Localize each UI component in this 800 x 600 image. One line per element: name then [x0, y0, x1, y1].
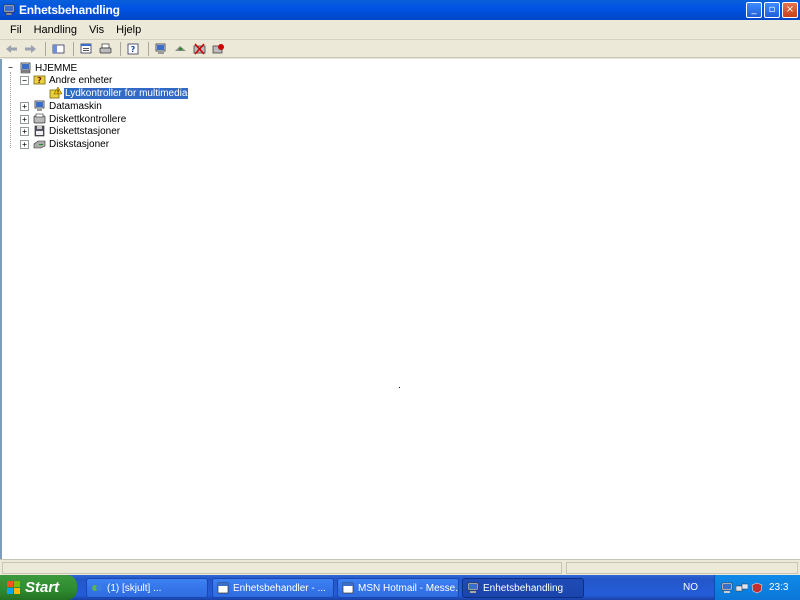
- status-bar: [0, 559, 800, 575]
- floppy-drive-icon: [33, 125, 46, 137]
- tree-node-computer[interactable]: + Datamaskin: [20, 100, 103, 112]
- tree-node-floppy-drives[interactable]: + Diskettstasjoner: [20, 125, 121, 137]
- taskbar-button[interactable]: Enhetsbehandler - ...: [212, 578, 334, 598]
- taskbar-button-label: (1) [skjult] ...: [107, 582, 162, 594]
- svg-text:?: ?: [130, 45, 135, 54]
- mouse-pointer-dot: [399, 387, 400, 388]
- browser-icon: [342, 582, 354, 594]
- tree-node-label: Diskettstasjoner: [49, 125, 121, 137]
- scan-hardware-icon[interactable]: [153, 42, 169, 56]
- windows-logo-icon: [7, 580, 21, 595]
- taskbar-button[interactable]: (1) [skjult] ...: [86, 578, 208, 598]
- start-label: Start: [25, 579, 60, 596]
- menu-file[interactable]: Fil: [4, 24, 28, 36]
- collapse-toggle[interactable]: −: [6, 63, 15, 73]
- tree-node-floppy-controllers[interactable]: + Diskettkontrollere: [20, 113, 127, 125]
- computer-icon: [19, 62, 32, 74]
- taskbar: Start (1) [skjult] ... Enhetsbehandler -…: [0, 575, 800, 600]
- status-cell: [566, 562, 798, 574]
- expand-toggle[interactable]: +: [20, 126, 29, 136]
- toolbar-separator: [45, 41, 46, 56]
- tree-node-multimedia-audio[interactable]: ! Lydkontroller for multimedia: [49, 87, 189, 99]
- warning-device-icon: !: [49, 87, 62, 99]
- close-button[interactable]: ×: [782, 2, 798, 18]
- console-tree-icon[interactable]: [50, 42, 66, 56]
- update-driver-icon[interactable]: [172, 42, 188, 56]
- system-tray: 23:3: [714, 575, 800, 600]
- help-icon[interactable]: ?: [125, 42, 141, 56]
- computer-icon: [3, 4, 15, 16]
- tree-node-label-selected: Lydkontroller for multimedia: [64, 87, 189, 99]
- status-cell: [2, 562, 562, 574]
- tree-root[interactable]: − HJEMME: [6, 62, 78, 74]
- taskbar-button-active[interactable]: Enhetsbehandling: [462, 578, 584, 598]
- window-controls: _ ▫ ×: [746, 2, 798, 18]
- svg-text:?: ?: [37, 76, 42, 85]
- window-title: Enhetsbehandling: [19, 3, 120, 17]
- print-icon[interactable]: [97, 42, 113, 56]
- svg-text:!: !: [57, 90, 59, 96]
- tree-connector-line: [10, 72, 11, 148]
- expand-toggle[interactable]: +: [20, 101, 29, 111]
- messenger-icon: [91, 582, 103, 594]
- language-indicator[interactable]: NO: [683, 582, 698, 593]
- tree-node-label: Datamaskin: [49, 100, 102, 112]
- taskbar-button-label: Enhetsbehandler - ...: [233, 582, 326, 594]
- collapse-toggle[interactable]: −: [20, 75, 29, 85]
- maximize-button[interactable]: ▫: [764, 2, 780, 18]
- clock[interactable]: 23:3: [769, 582, 788, 593]
- tree-node-other-devices[interactable]: − ? Andre enheter: [20, 74, 113, 86]
- tree-node-label: Diskstasjoner: [49, 138, 110, 150]
- disable-icon[interactable]: [210, 42, 226, 56]
- back-arrow-icon[interactable]: [3, 42, 19, 56]
- network-connection-icon[interactable]: [735, 582, 749, 594]
- toolbar: ?: [0, 40, 800, 58]
- expand-toggle[interactable]: +: [20, 114, 29, 124]
- taskbar-button-label: Enhetsbehandling: [483, 582, 564, 594]
- properties-icon[interactable]: [78, 42, 94, 56]
- device-tree-pane: − HJEMME − ? Andre enheter ! Lydkontroll…: [0, 59, 800, 559]
- taskbar-button[interactable]: MSN Hotmail - Messe...: [337, 578, 459, 598]
- uninstall-icon[interactable]: [191, 42, 207, 56]
- unknown-device-icon: ?: [33, 74, 46, 86]
- title-bar[interactable]: Enhetsbehandling _ ▫ ×: [0, 0, 800, 20]
- disk-drive-icon: [33, 138, 46, 150]
- minimize-button[interactable]: _: [746, 2, 762, 18]
- tree-root-label: HJEMME: [35, 62, 78, 74]
- window-icon: [217, 582, 229, 594]
- menu-bar: Fil Handling Vis Hjelp: [0, 20, 800, 40]
- floppy-controller-icon: [33, 113, 46, 125]
- start-button[interactable]: Start: [0, 575, 77, 600]
- expand-toggle[interactable]: +: [20, 139, 29, 149]
- computer-icon: [467, 582, 479, 594]
- tree-node-disk-drives[interactable]: + Diskstasjoner: [20, 138, 110, 150]
- menu-action[interactable]: Handling: [28, 24, 83, 36]
- menu-view[interactable]: Vis: [83, 24, 110, 36]
- security-alert-icon[interactable]: [751, 582, 763, 594]
- toolbar-separator: [148, 41, 149, 56]
- forward-arrow-icon[interactable]: [22, 42, 38, 56]
- taskbar-button-label: MSN Hotmail - Messe...: [358, 582, 459, 594]
- tree-node-label: Andre enheter: [49, 74, 113, 86]
- tree-node-label: Diskettkontrollere: [49, 113, 127, 125]
- device-manager-window: Enhetsbehandling _ ▫ × Fil Handling Vis …: [0, 0, 800, 575]
- menu-help[interactable]: Hjelp: [110, 24, 147, 36]
- toolbar-separator: [120, 41, 121, 56]
- network-icon[interactable]: [721, 582, 733, 594]
- computer-icon: [33, 100, 46, 112]
- toolbar-separator: [73, 41, 74, 56]
